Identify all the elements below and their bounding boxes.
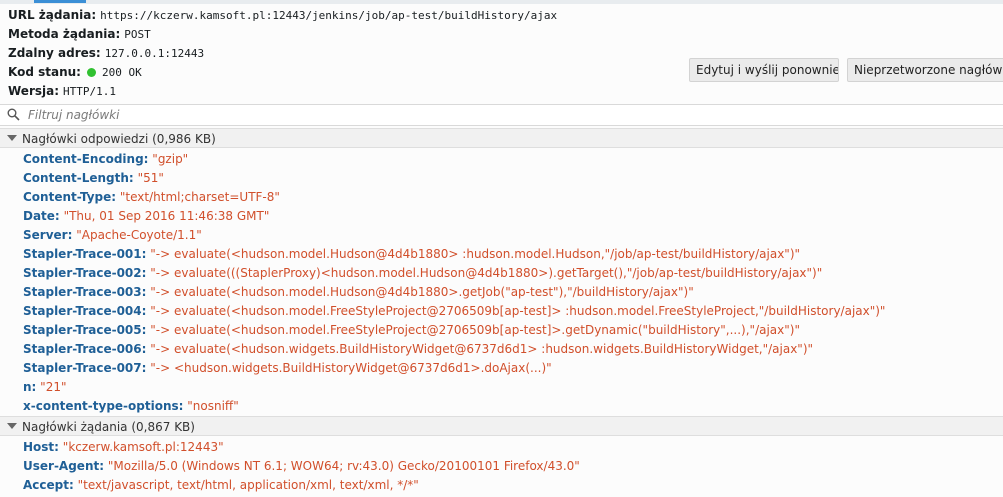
header-row: Stapler-Trace-005: "-> evaluate(<hudson.… [23, 321, 800, 340]
version-label: Wersja: [8, 84, 60, 98]
filter-bar [0, 104, 1003, 126]
header-value: "text/html;charset=UTF-8" [119, 190, 280, 204]
status-ok-icon [86, 68, 96, 77]
method-value: POST [124, 28, 151, 41]
header-name: Stapler-Trace-007: [23, 361, 147, 375]
header-name: Stapler-Trace-001: [23, 247, 147, 261]
header-name: Host: [23, 440, 59, 454]
header-value: "-> evaluate(<hudson.model.FreeStyleProj… [150, 323, 800, 337]
request-summary: URL żądania: https://kczerw.kamsoft.pl:12… [0, 4, 1003, 102]
request-headers-title: Nagłówki żądania (0,867 KB) [22, 420, 195, 434]
header-row: Stapler-Trace-001: "-> evaluate(<hudson.… [23, 245, 800, 264]
header-name: Server: [23, 228, 73, 242]
header-name: n: [23, 380, 37, 394]
active-tab-indicator [34, 0, 86, 3]
header-name: Stapler-Trace-003: [23, 285, 147, 299]
header-value: "-> evaluate(<hudson.widgets.BuildHistor… [150, 342, 814, 356]
response-headers-title: Nagłówki odpowiedzi (0,986 KB) [22, 132, 216, 146]
header-value: "-> <hudson.widgets.BuildHistoryWidget@6… [150, 361, 552, 375]
header-name: Stapler-Trace-002: [23, 266, 147, 280]
remote-address-label: Zdalny adres: [8, 46, 101, 60]
response-headers-section-toggle[interactable]: Nagłówki odpowiedzi (0,986 KB) [0, 128, 1003, 148]
header-row: x-content-type-options: "nosniff" [23, 397, 239, 416]
header-value: "-> evaluate(<hudson.model.FreeStyleProj… [150, 304, 886, 318]
version-value: HTTP/1.1 [63, 85, 117, 98]
expand-arrow-icon [7, 135, 17, 141]
header-name: Date: [23, 209, 60, 223]
header-row: Content-Encoding: "gzip" [23, 150, 188, 169]
header-row: Stapler-Trace-004: "-> evaluate(<hudson.… [23, 302, 885, 321]
header-value: "nosniff" [187, 399, 239, 413]
filter-headers-input[interactable] [28, 106, 988, 124]
url-label: URL żądania: [8, 8, 97, 22]
header-value: "51" [137, 171, 164, 185]
header-name: User-Agent: [23, 459, 105, 473]
header-name: Stapler-Trace-005: [23, 323, 147, 337]
header-row: Stapler-Trace-007: "-> <hudson.widgets.B… [23, 359, 552, 378]
header-value: "text/javascript, text/html, application… [77, 478, 419, 492]
header-row: Content-Length: "51" [23, 169, 164, 188]
search-icon [7, 108, 20, 121]
header-name: Content-Encoding: [23, 152, 149, 166]
header-row: Content-Type: "text/html;charset=UTF-8" [23, 188, 280, 207]
header-value: "21" [40, 380, 67, 394]
url-row: URL żądania: https://kczerw.kamsoft.pl:12… [8, 6, 557, 25]
url-value: https://kczerw.kamsoft.pl:12443/jenkins/… [100, 9, 558, 22]
header-row: Accept: "text/javascript, text/html, app… [23, 476, 419, 495]
header-name: Stapler-Trace-004: [23, 304, 147, 318]
header-value: "-> evaluate(((StaplerProxy)<hudson.mode… [150, 266, 823, 280]
header-row: User-Agent: "Mozilla/5.0 (Windows NT 6.1… [23, 457, 580, 476]
header-row: Stapler-Trace-006: "-> evaluate(<hudson.… [23, 340, 813, 359]
header-row: Date: "Thu, 01 Sep 2016 11:46:38 GMT" [23, 207, 269, 226]
header-name: Stapler-Trace-006: [23, 342, 147, 356]
header-name: Accept: [23, 478, 74, 492]
header-name: x-content-type-options: [23, 399, 184, 413]
header-value: "kczerw.kamsoft.pl:12443" [62, 440, 224, 454]
header-name: Content-Length: [23, 171, 134, 185]
method-row: Metoda żądania: POST [8, 25, 151, 44]
header-value: "Thu, 01 Sep 2016 11:46:38 GMT" [63, 209, 270, 223]
header-row: Stapler-Trace-003: "-> evaluate(<hudson.… [23, 283, 694, 302]
header-row: Server: "Apache-Coyote/1.1" [23, 226, 202, 245]
header-name: Content-Type: [23, 190, 117, 204]
status-value: 200 OK [101, 66, 142, 79]
request-headers-section-toggle[interactable]: Nagłówki żądania (0,867 KB) [0, 416, 1003, 436]
remote-address-value: 127.0.0.1:12443 [104, 47, 205, 60]
header-row: Stapler-Trace-002: "-> evaluate(((Staple… [23, 264, 822, 283]
method-label: Metoda żądania: [8, 27, 121, 41]
header-value: "Mozilla/5.0 (Windows NT 6.1; WOW64; rv:… [107, 459, 580, 473]
version-row: Wersja: HTTP/1.1 [8, 82, 116, 101]
remote-address-row: Zdalny adres: 127.0.0.1:12443 [8, 44, 204, 63]
raw-headers-button[interactable]: Nieprzetworzone nagłówki [847, 58, 1003, 82]
edit-resend-button[interactable]: Edytuj i wyślij ponownie [689, 58, 839, 82]
header-row: n: "21" [23, 378, 66, 397]
header-value: "-> evaluate(<hudson.model.Hudson@4d4b18… [150, 247, 801, 261]
header-value: "gzip" [152, 152, 189, 166]
header-value: "-> evaluate(<hudson.model.Hudson@4d4b18… [150, 285, 694, 299]
expand-arrow-icon [7, 423, 17, 429]
status-label: Kod stanu: [8, 65, 81, 79]
header-row: Host: "kczerw.kamsoft.pl:12443" [23, 438, 224, 457]
header-value: "Apache-Coyote/1.1" [76, 228, 202, 242]
status-row: Kod stanu: 200 OK [8, 63, 142, 82]
